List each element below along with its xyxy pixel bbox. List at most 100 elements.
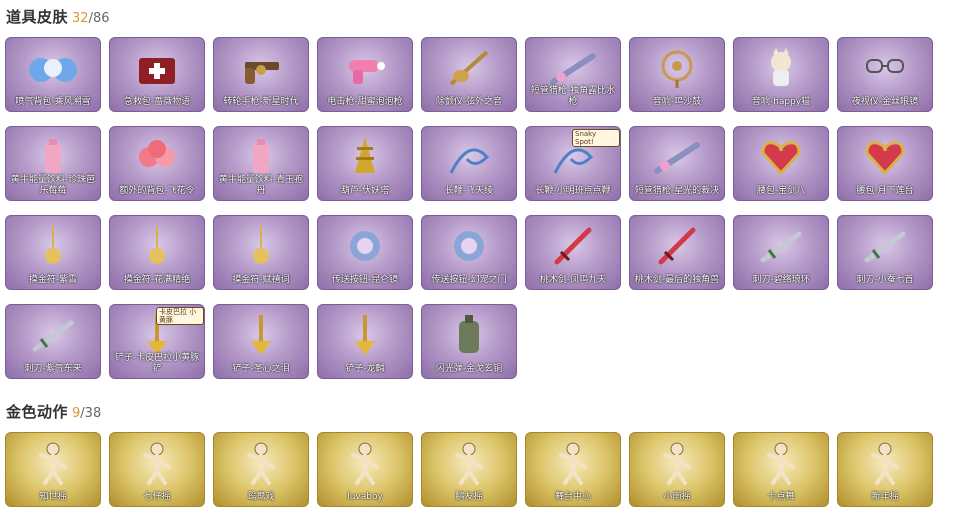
item-skin-card[interactable]: 短管猎枪-星光的裁决 [629,126,725,201]
item-skin-card[interactable]: 传送按钮-昆仑镜 [317,215,413,290]
emote-figure-icon [559,442,587,485]
emote-card[interactable]: 鸳鸯戏 [213,432,309,507]
flashbang-icon [459,315,479,353]
card-label: 摸金符-花满精绝 [123,275,191,285]
first-aid-kit-icon [139,58,175,84]
card-label: 短管猎枪-星光的裁决 [634,186,720,196]
card-label: 桃木剑-最后的独角兽 [634,275,720,285]
jetpack-icon [29,58,77,82]
item-skin-card[interactable]: 转轮手枪-新星时代 [213,37,309,112]
emote-figure-icon [143,442,171,485]
card-label: 刺刀-碧络琅环 [752,275,810,285]
item-skin-card[interactable]: 黄牛能量饮料-珍珠芭乐莓莓 [5,126,101,201]
card-label: 摸金符-紫霄 [28,275,78,285]
card-label: 转轮手枪-新星时代 [223,97,299,107]
card-label: 长鞭-小明班点点鞭 [535,186,611,196]
item-skin-card[interactable]: 除颤仪-弦外之音 [421,37,517,112]
item-skin-card[interactable]: 喷气背包-乘风溯雪 [5,37,101,112]
item-skin-card[interactable]: 摸金符-赋禧词 [213,215,309,290]
item-skin-card[interactable]: 摸金符-花满精绝 [109,215,205,290]
item-skin-card[interactable]: 刺刀-小蚕七首 [837,215,933,290]
card-label: 腰包-宝剑八 [756,186,806,196]
collection-count: 9/38 [72,406,101,421]
shotgun-icon [550,53,596,85]
item-skin-card[interactable]: 长鞭-飞天绫 [421,126,517,201]
card-label: 急救包-蔷薇物语 [123,97,191,107]
card-label: 小雨摇 [663,492,691,502]
card-label: luvaboy [347,492,383,502]
section-title: 道具皮肤 [6,8,69,26]
defibrillator-icon [449,50,489,86]
card-label: 黄牛能量饮料-青玉孢丹 [218,175,304,196]
item-skin-card[interactable]: 传送按钮-幻宠之门 [421,215,517,290]
emote-figure-icon [247,442,275,485]
item-badge-text: 卡皮巴拉 小黄豚 [156,307,204,325]
energy-drink-icon [45,139,61,173]
collection-count: 32/86 [72,11,109,26]
emote-card[interactable]: 卡点舞 [733,432,829,507]
card-label: 铲子-圣心之泪 [232,364,290,374]
card-label: 夜视仪-金丝眼镜 [851,97,919,107]
item-skin-card[interactable]: 短管猎枪-独角露比水枪 [525,37,621,112]
bayonet-icon [760,231,802,263]
card-label: 摸金符-赋禧词 [232,275,290,285]
emote-figure-icon [767,442,795,485]
shotgun-icon [654,142,700,174]
shovel-icon [251,315,271,355]
waist-pack-icon [865,141,905,176]
item-skin-card[interactable]: 摸金符-紫霄 [5,215,101,290]
item-skin-card[interactable]: 铲子-龙麟 [317,304,413,379]
card-label: 除颤仪-弦外之音 [435,97,503,107]
card-label: 铲子-龙麟 [345,364,385,374]
card-label: 葫芦-伏妖塔 [340,186,390,196]
item-skin-card[interactable]: 夜视仪-金丝眼镜 [837,37,933,112]
item-skin-card[interactable]: 黄牛能量饮料-青玉孢丹 [213,126,309,201]
item-skin-card[interactable]: 音响-鸣沙鼓 [629,37,725,112]
item-skin-card[interactable]: 音响-happy猫 [733,37,829,112]
card-label: 知世摇 [39,492,67,502]
shovel-icon [355,315,375,355]
section-title: 金色动作 [6,403,69,421]
bayonet-icon [32,320,74,352]
item-skin-card[interactable]: 卡皮巴拉 小黄豚铲子-卡皮巴拉小黄豚铲 [109,304,205,379]
emote-card[interactable]: 七仔摇 [109,432,205,507]
card-label: 新年摇 [871,492,899,502]
teleport-button-icon [350,231,380,261]
item-skin-card[interactable]: 腰包-月下莲台 [837,126,933,201]
item-skin-card[interactable]: 额外的背包-飞花令 [109,126,205,201]
sword-icon [554,227,592,265]
total-count: /38 [80,406,102,421]
emote-card[interactable]: 新年摇 [837,432,933,507]
card-label: 闪光弹-金戈玄铜 [435,364,503,374]
item-skin-card[interactable]: 铲子-圣心之泪 [213,304,309,379]
emote-card[interactable]: 舞台中心 [525,432,621,507]
item-skin-card[interactable]: 桃木剑-最后的独角兽 [629,215,725,290]
item-skin-card[interactable]: 电击枪-甜蜜泡泡枪 [317,37,413,112]
emote-card[interactable]: 知世摇 [5,432,101,507]
item-skin-card[interactable]: 桃木剑-凤鸣九天 [525,215,621,290]
card-label: 刺刀-小蚕七首 [856,275,914,285]
card-label: 腰包-月下莲台 [856,186,914,196]
card-label: 七仔摇 [143,492,171,502]
waist-pack-icon [761,141,801,176]
emote-card[interactable]: luvaboy [317,432,413,507]
item-skin-card[interactable]: 刺刀-碧络琅环 [733,215,829,290]
teleport-button-icon [454,231,484,261]
emote-card[interactable]: 小雨摇 [629,432,725,507]
card-label: 铲子-卡皮巴拉小黄豚铲 [114,353,200,374]
card-label: 黄牛能量饮料-珍珠芭乐莓莓 [10,175,96,196]
item-skin-card[interactable]: 腰包-宝剑八 [733,126,829,201]
section-header-item-skins: 道具皮肤 32/86 [6,6,109,27]
card-label: 舞台中心 [554,492,591,502]
item-skin-card[interactable]: 闪光弹-金戈玄铜 [421,304,517,379]
item-skin-card[interactable]: Snaky Spot! 长鞭-小明班点点鞭 [525,126,621,201]
item-skin-card[interactable]: 急救包-蔷薇物语 [109,37,205,112]
item-badge-text: Snaky Spot! [572,129,620,147]
amulet-icon [253,226,269,264]
card-label: 长鞭-飞天绫 [444,186,494,196]
emote-card[interactable]: 鹏友摇 [421,432,517,507]
item-skin-card[interactable]: 葫芦-伏妖塔 [317,126,413,201]
bayonet-icon [864,231,906,263]
item-skin-card[interactable]: 刺刀-紫气东来 [5,304,101,379]
card-label: 桃木剑-凤鸣九天 [539,275,607,285]
